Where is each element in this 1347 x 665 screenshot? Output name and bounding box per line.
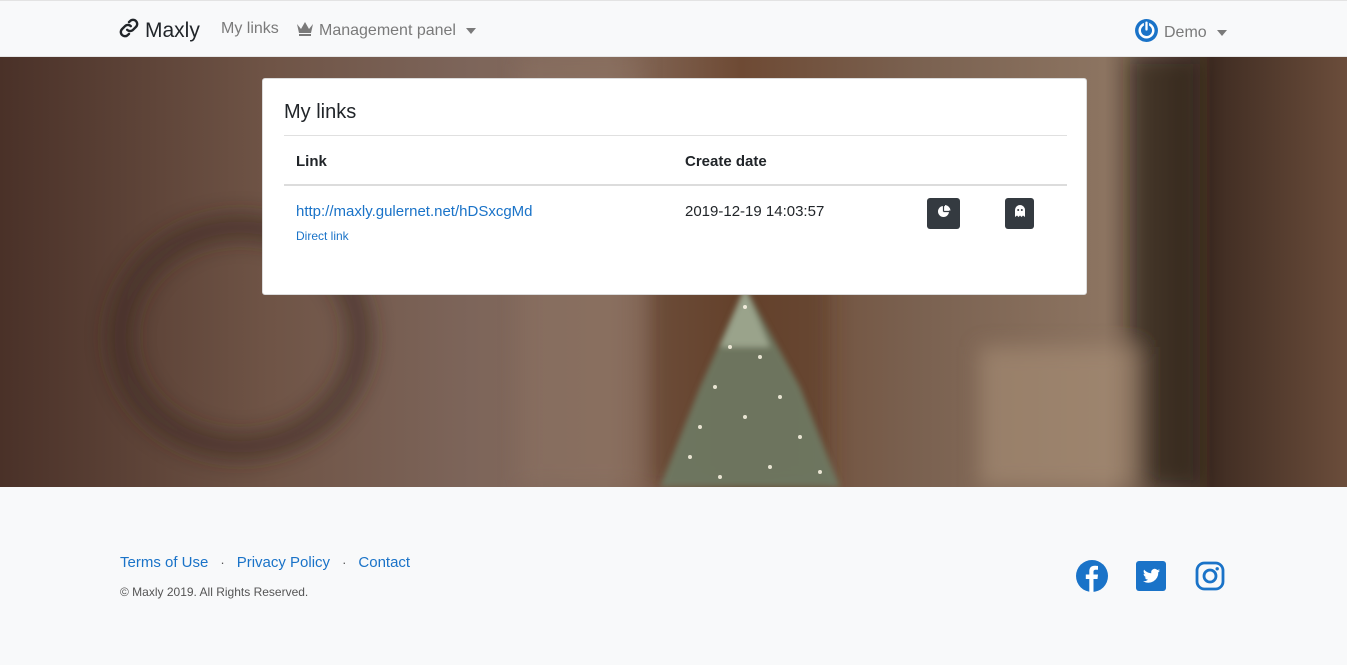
nav-my-links-label: My links (221, 20, 279, 37)
chevron-down-icon (1216, 30, 1227, 36)
terms-link[interactable]: Terms of Use (120, 554, 208, 571)
separator: · (342, 555, 347, 570)
user-menu[interactable]: Demo (1134, 18, 1227, 48)
divider (284, 184, 1067, 186)
chevron-down-icon (465, 27, 476, 34)
pie-chart-icon (937, 204, 951, 223)
column-header-link: Link (296, 153, 327, 170)
contact-link[interactable]: Contact (358, 554, 410, 571)
divider (284, 135, 1067, 136)
power-icon (1134, 18, 1159, 48)
facebook-icon[interactable] (1076, 560, 1108, 592)
link-icon (118, 17, 140, 45)
instagram-icon[interactable] (1194, 560, 1226, 592)
brand[interactable]: Maxly (118, 17, 200, 45)
ghost-icon (1014, 204, 1026, 223)
nav-management-label: Management panel (319, 21, 456, 39)
privacy-link[interactable]: Privacy Policy (237, 554, 330, 571)
column-header-create-date: Create date (685, 153, 767, 170)
my-links-card: My links Link Create date http://maxly.g… (262, 78, 1087, 295)
footer-links: Terms of Use · Privacy Policy · Contact (120, 554, 410, 571)
short-link[interactable]: http://maxly.gulernet.net/hDSxcgMd (296, 203, 533, 220)
navbar: Maxly My links Management panel Demo (0, 0, 1347, 57)
copyright: © Maxly 2019. All Rights Reserved. (120, 585, 309, 599)
twitter-icon[interactable] (1135, 560, 1167, 592)
card-title: My links (284, 101, 357, 123)
brand-name: Maxly (145, 19, 200, 42)
ghost-button[interactable] (1005, 198, 1034, 229)
user-name: Demo (1164, 24, 1207, 41)
stats-button[interactable] (927, 198, 960, 229)
create-date: 2019-12-19 14:03:57 (685, 203, 825, 220)
crown-icon (296, 20, 314, 41)
direct-link[interactable]: Direct link (296, 229, 349, 243)
separator: · (220, 555, 225, 570)
nav-management-panel[interactable]: Management panel (296, 20, 476, 41)
nav-my-links[interactable]: My links (221, 20, 279, 38)
